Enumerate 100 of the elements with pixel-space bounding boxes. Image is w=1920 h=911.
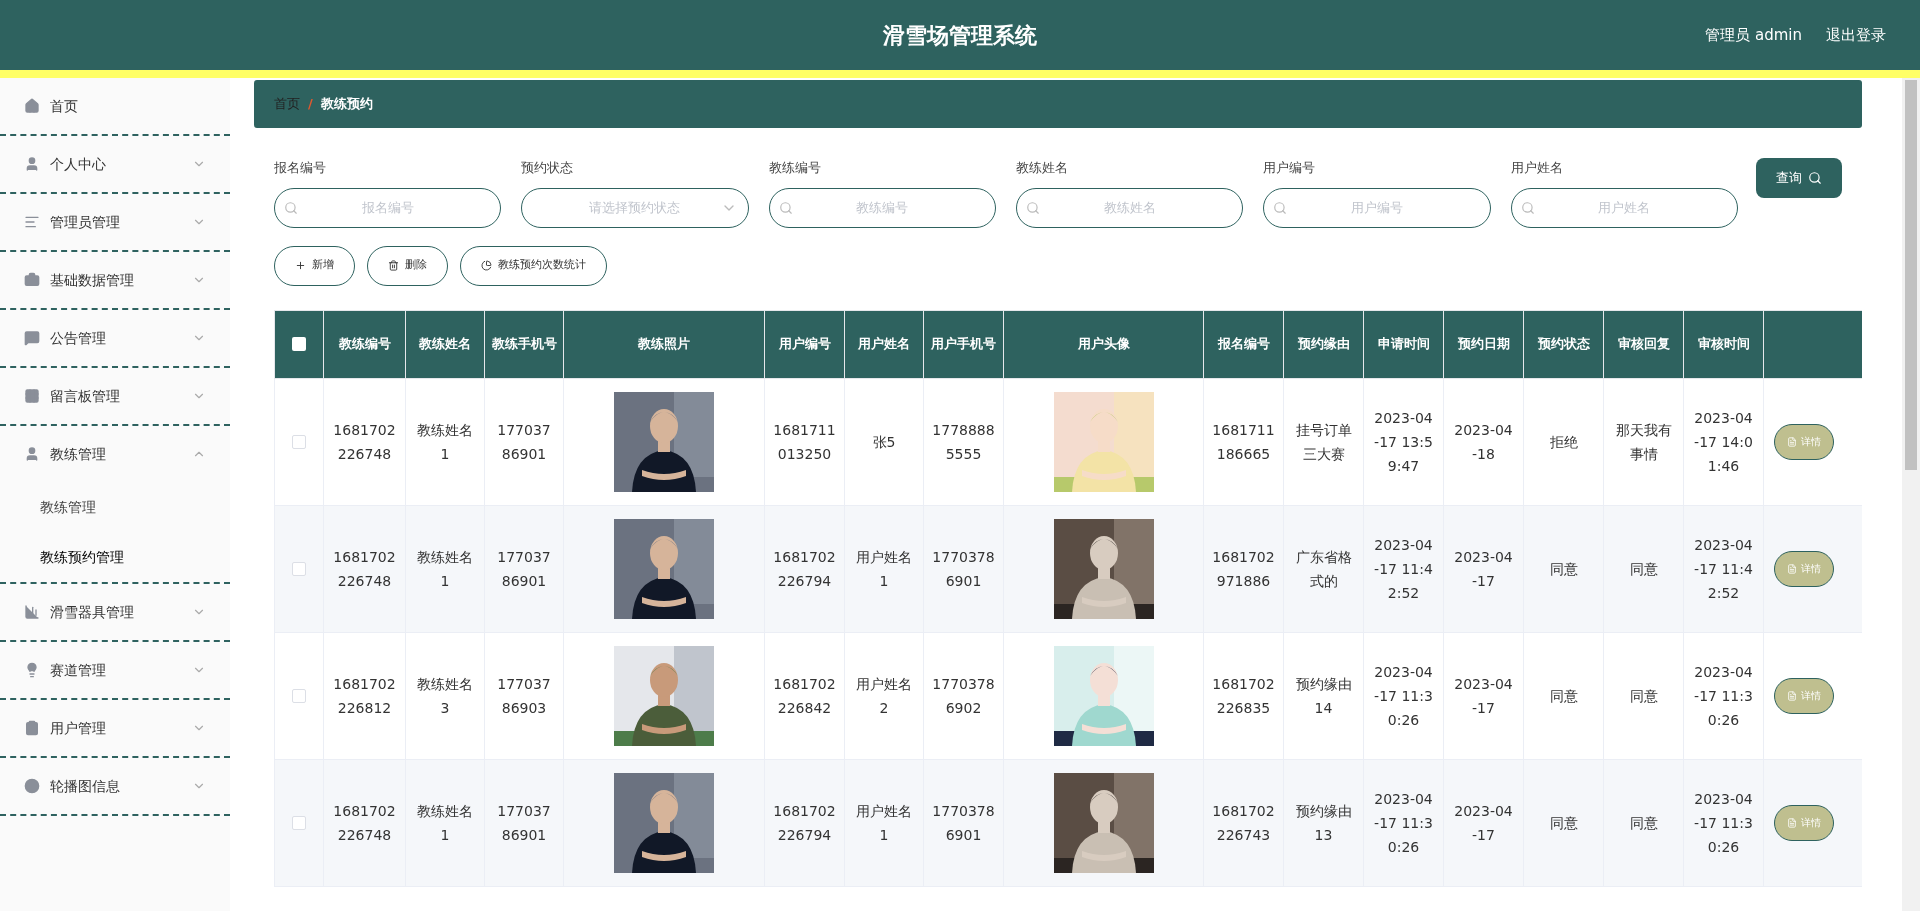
- table-cell: 17703786901: [497, 548, 551, 589]
- table-cell: 预约缘由13: [1295, 802, 1352, 843]
- search-icon: [1807, 171, 1822, 185]
- logout-link[interactable]: 退出登录: [1826, 23, 1886, 47]
- table-cell: 预约缘由14: [1295, 675, 1352, 716]
- menu-item[interactable]: 滑雪器具管理: [0, 584, 230, 640]
- table-cell: 1681702226835: [1212, 675, 1275, 716]
- menu-item[interactable]: 首页: [0, 78, 230, 134]
- plus-icon: [295, 260, 306, 271]
- row-checkbox[interactable]: [292, 561, 306, 576]
- document-icon: [1787, 690, 1797, 701]
- filter-label: 教练姓名: [1016, 159, 1069, 177]
- select-all-checkbox[interactable]: [292, 337, 306, 351]
- grid-icon: [24, 388, 40, 404]
- admin-label: 管理员 admin: [1705, 24, 1802, 46]
- table-cell: 挂号订单三大赛: [1295, 421, 1352, 462]
- table-cell: 教练姓名1: [417, 421, 473, 462]
- select-field[interactable]: 请选择预约状态: [521, 187, 749, 228]
- filter-label: 预约状态: [521, 159, 575, 177]
- breadcrumb-separator: /: [308, 95, 313, 114]
- filter-label: 报名编号: [274, 159, 327, 177]
- column-header: 教练编号: [323, 310, 406, 378]
- table-cell: 17788885555: [932, 421, 995, 462]
- column-header: 教练照片: [563, 310, 765, 378]
- menu-item[interactable]: 用户管理: [0, 700, 230, 756]
- app-title: 滑雪场管理系统: [883, 21, 1037, 50]
- table-cell: 2023-04-17: [1454, 802, 1513, 843]
- table-cell: 17703786901: [497, 421, 551, 462]
- home-icon: [24, 98, 40, 114]
- table-cell: 17703786901: [497, 802, 551, 843]
- table-cell: 1681702226812: [333, 675, 396, 716]
- bulb-icon: [24, 662, 40, 678]
- table-cell: 用户姓名1: [856, 548, 912, 589]
- table-cell: 同意: [1549, 814, 1578, 831]
- document-icon: [1787, 817, 1797, 828]
- table-cell: 那天我有事情: [1615, 421, 1672, 462]
- document-icon: [1787, 563, 1797, 574]
- table-cell: 教练姓名1: [417, 802, 473, 843]
- table-cell: 同意: [1549, 560, 1578, 577]
- query-button[interactable]: 查询: [1755, 158, 1842, 198]
- column-header: 用户编号: [764, 310, 845, 378]
- menu-item[interactable]: 赛道管理: [0, 642, 230, 698]
- search-icon: [1520, 200, 1535, 215]
- column-header: 审核回复: [1603, 310, 1684, 378]
- list-icon: [24, 214, 40, 230]
- column-header: 申请时间: [1363, 310, 1444, 378]
- row-checkbox[interactable]: [292, 688, 306, 703]
- table-cell: 17703786903: [497, 675, 551, 716]
- table-cell: 2023-04-17 11:42:52: [1374, 536, 1433, 601]
- table-cell: 1681702226748: [333, 802, 396, 843]
- table-cell: 同意: [1629, 814, 1658, 831]
- menu-item[interactable]: 公告管理: [0, 310, 230, 366]
- table-cell: 1681702226748: [333, 548, 396, 589]
- filter-label: 教练编号: [768, 159, 822, 177]
- input-field[interactable]: 用户编号: [1263, 187, 1491, 228]
- search-icon: [1273, 200, 1288, 215]
- filter-label: 用户姓名: [1510, 159, 1564, 177]
- column-header: 报名编号: [1203, 310, 1284, 378]
- input-field[interactable]: 教练姓名: [1016, 187, 1244, 228]
- table-cell: 2023-04-17 11:30:26: [1374, 663, 1433, 728]
- search-icon: [778, 200, 793, 215]
- search-icon: [1026, 200, 1040, 215]
- table-cell: 17703786901: [932, 802, 995, 843]
- table-cell: 1681702226842: [773, 675, 836, 716]
- trash-icon: [388, 260, 399, 271]
- table-cell: 教练姓名1: [417, 548, 473, 589]
- column-header: 预约日期: [1443, 310, 1524, 378]
- table-cell: 2023-04-17 13:59:47: [1374, 409, 1433, 474]
- menu-item[interactable]: 轮播图信息: [0, 758, 230, 814]
- table-cell: 张5: [872, 433, 896, 450]
- table-cell: 同意: [1629, 560, 1658, 577]
- input-field[interactable]: 教练编号: [768, 187, 996, 228]
- menu-item[interactable]: 管理员管理: [0, 194, 230, 250]
- clipboard-icon: [24, 720, 40, 736]
- row-checkbox[interactable]: [292, 434, 306, 449]
- table-cell: 2023-04-17: [1454, 675, 1513, 716]
- search-icon: [284, 200, 298, 215]
- menu-item[interactable]: 个人中心: [0, 136, 230, 192]
- table-cell: 17703786901: [932, 548, 995, 589]
- table-cell: 1681702226743: [1212, 802, 1275, 843]
- table-cell: 2023-04-17 11:30:26: [1374, 790, 1433, 855]
- table-cell: 2023-04-17 11:42:52: [1694, 536, 1753, 601]
- user-icon: [24, 446, 40, 462]
- input-field[interactable]: 报名编号: [274, 187, 502, 228]
- breadcrumb-link[interactable]: 教练预约: [320, 94, 373, 114]
- row-checkbox[interactable]: [292, 815, 306, 830]
- table-cell: 1681702226794: [773, 548, 836, 589]
- table-cell: 教练姓名3: [417, 675, 473, 716]
- table-cell: 2023-04-17: [1454, 548, 1513, 589]
- pie-chart-icon: [481, 260, 492, 271]
- column-header: 教练姓名: [405, 310, 485, 378]
- table-cell: 广东省格式的: [1295, 548, 1352, 589]
- submenu-item[interactable]: 教练预约管理: [0, 532, 230, 582]
- menu-item[interactable]: 教练管理: [0, 426, 230, 482]
- input-field[interactable]: 用户姓名: [1510, 187, 1738, 228]
- menu-item[interactable]: 留言板管理: [0, 368, 230, 424]
- table-cell: 2023-04-17 11:30:26: [1694, 663, 1753, 728]
- submenu-item[interactable]: 教练管理: [0, 482, 230, 532]
- user-icon: [24, 156, 40, 172]
- menu-item[interactable]: 基础数据管理: [0, 252, 230, 308]
